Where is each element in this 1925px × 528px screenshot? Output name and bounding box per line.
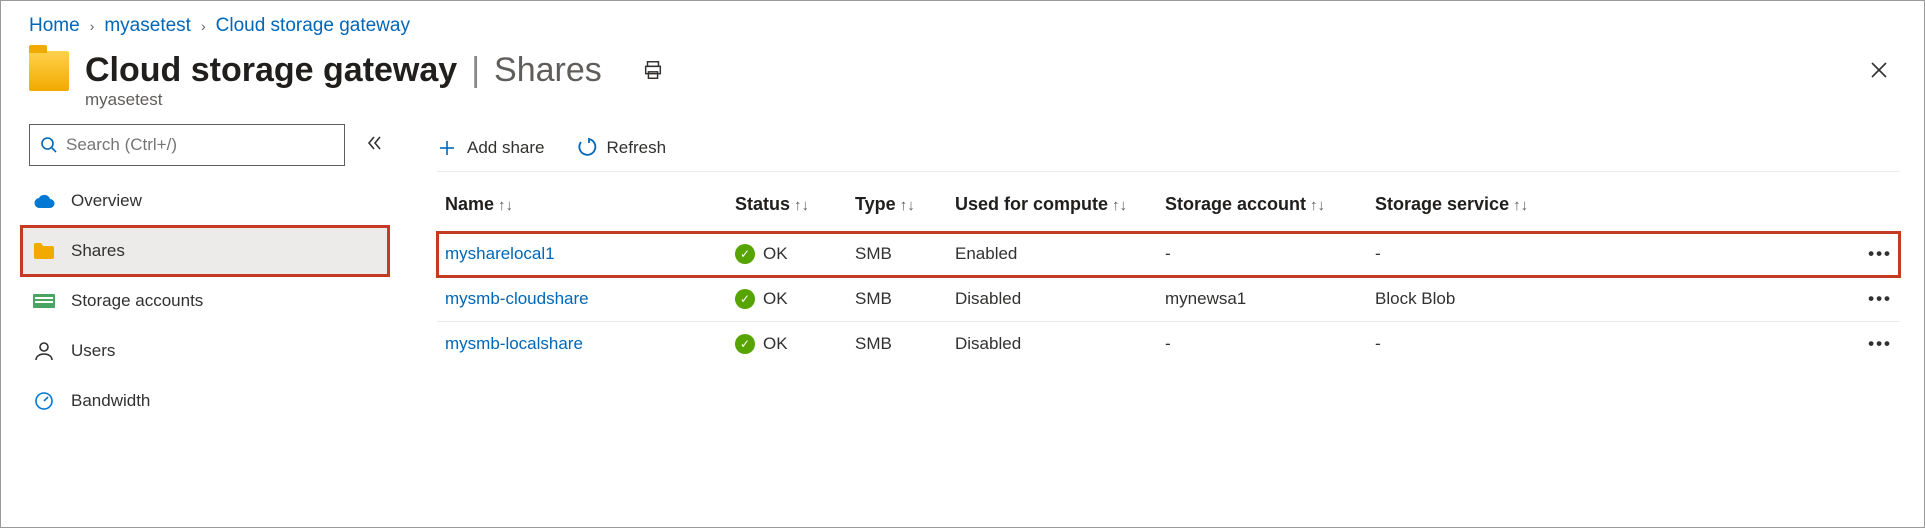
storage-icon — [33, 290, 55, 312]
user-icon — [33, 340, 55, 362]
check-icon: ✓ — [735, 244, 755, 264]
sidebar-item-label: Shares — [71, 241, 125, 261]
table-row[interactable]: mysharelocal1✓OKSMBEnabled--••• — [437, 232, 1900, 277]
collapse-sidebar-icon[interactable] — [359, 128, 389, 163]
account-cell: - — [1157, 232, 1367, 277]
service-cell: - — [1367, 232, 1567, 277]
column-name[interactable]: Name↑↓ — [437, 180, 727, 232]
folder-icon — [29, 51, 69, 91]
print-icon[interactable] — [642, 59, 664, 86]
column-account[interactable]: Storage account↑↓ — [1157, 180, 1367, 232]
compute-cell: Disabled — [947, 277, 1157, 322]
column-status[interactable]: Status↑↓ — [727, 180, 847, 232]
sidebar-item-bandwidth[interactable]: Bandwidth — [21, 376, 389, 426]
service-cell: Block Blob — [1367, 277, 1567, 322]
share-name-link[interactable]: mysharelocal1 — [445, 244, 555, 263]
sidebar-item-users[interactable]: Users — [21, 326, 389, 376]
status-text: OK — [763, 289, 788, 309]
title-separator: | — [471, 51, 480, 90]
compute-cell: Enabled — [947, 232, 1157, 277]
row-more-button[interactable]: ••• — [1567, 232, 1900, 277]
sort-icon: ↑↓ — [1310, 197, 1325, 214]
status-text: OK — [763, 334, 788, 354]
search-icon — [40, 136, 58, 154]
sidebar-item-label: Storage accounts — [71, 291, 203, 311]
type-cell: SMB — [847, 277, 947, 322]
refresh-label: Refresh — [607, 138, 667, 158]
breadcrumb-page[interactable]: Cloud storage gateway — [216, 15, 410, 37]
breadcrumb-home[interactable]: Home — [29, 15, 80, 37]
account-cell: - — [1157, 322, 1367, 367]
search-input-wrapper[interactable] — [29, 124, 345, 166]
sidebar-item-overview[interactable]: Overview — [21, 176, 389, 226]
add-share-label: Add share — [467, 138, 545, 158]
sort-icon: ↑↓ — [498, 197, 513, 214]
column-compute[interactable]: Used for compute↑↓ — [947, 180, 1157, 232]
page-section: Shares — [494, 51, 602, 90]
check-icon: ✓ — [735, 334, 755, 354]
chevron-right-icon: › — [90, 18, 95, 34]
sidebar-item-label: Users — [71, 341, 115, 361]
sidebar-item-storage-accounts[interactable]: Storage accounts — [21, 276, 389, 326]
refresh-button[interactable]: Refresh — [577, 138, 667, 158]
type-cell: SMB — [847, 232, 947, 277]
table-row[interactable]: mysmb-cloudshare ✓ OK SMBDisabledmynewsa1Bl… — [437, 277, 1900, 322]
cloud-icon — [33, 190, 55, 212]
page-subtitle: myasetest — [85, 90, 664, 110]
column-type[interactable]: Type↑↓ — [847, 180, 947, 232]
sort-icon: ↑↓ — [1112, 197, 1127, 214]
account-cell: mynewsa1 — [1157, 277, 1367, 322]
sidebar-item-shares[interactable]: Shares — [21, 226, 389, 276]
close-icon[interactable] — [1862, 51, 1896, 93]
gauge-icon — [33, 390, 55, 412]
share-name-link[interactable]: mysmb-cloudshare — [445, 289, 589, 308]
search-input[interactable] — [66, 135, 334, 155]
row-more-button[interactable]: ••• — [1567, 322, 1900, 367]
column-service[interactable]: Storage service↑↓ — [1367, 180, 1567, 232]
chevron-right-icon: › — [201, 18, 206, 34]
folder-icon — [33, 240, 55, 262]
page-title: Cloud storage gateway — [85, 51, 457, 90]
sort-icon: ↑↓ — [900, 197, 915, 214]
sort-icon: ↑↓ — [1513, 197, 1528, 214]
breadcrumb-resource[interactable]: myasetest — [104, 15, 191, 37]
plus-icon — [437, 138, 457, 158]
check-icon: ✓ — [735, 289, 755, 309]
type-cell: SMB — [847, 322, 947, 367]
add-share-button[interactable]: Add share — [437, 138, 545, 158]
sidebar-item-label: Bandwidth — [71, 391, 150, 411]
status-text: OK — [763, 244, 788, 264]
compute-cell: Disabled — [947, 322, 1157, 367]
share-name-link[interactable]: mysmb-localshare — [445, 334, 583, 353]
sidebar-item-label: Overview — [71, 191, 142, 211]
service-cell: - — [1367, 322, 1567, 367]
refresh-icon — [577, 138, 597, 158]
row-more-button[interactable]: ••• — [1567, 277, 1900, 322]
sort-icon: ↑↓ — [794, 197, 809, 214]
table-row[interactable]: mysmb-localshare✓OKSMBDisabled--••• — [437, 322, 1900, 367]
breadcrumb: Home › myasetest › Cloud storage gateway — [1, 1, 1924, 47]
